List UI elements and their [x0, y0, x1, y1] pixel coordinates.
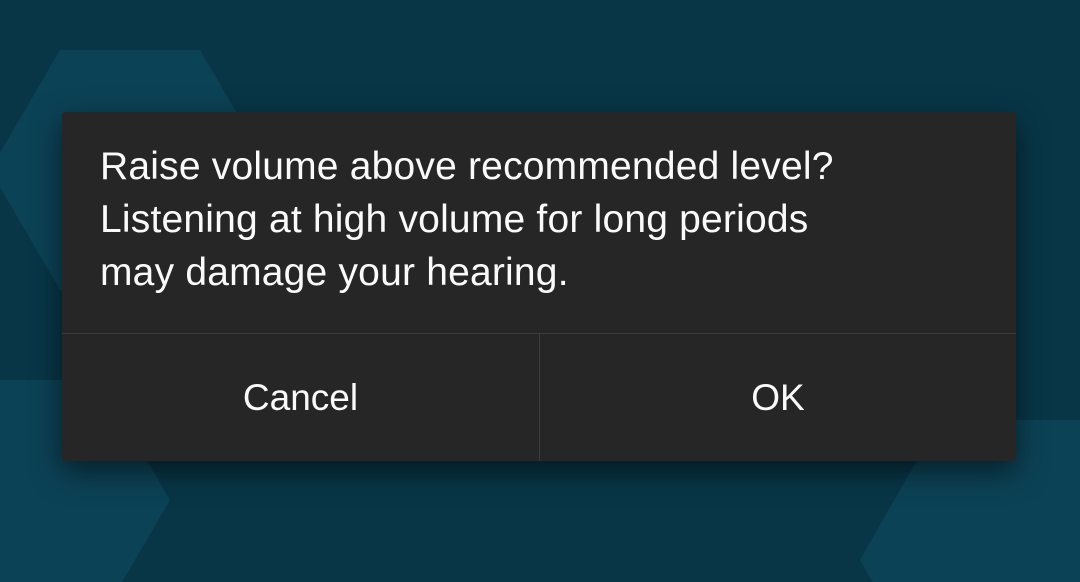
dialog-message: Raise volume above recommended level? Li… — [62, 112, 1016, 333]
cancel-button[interactable]: Cancel — [62, 334, 539, 461]
dialog-button-row: Cancel OK — [62, 333, 1016, 461]
ok-button[interactable]: OK — [539, 334, 1016, 461]
volume-warning-dialog: Raise volume above recommended level? Li… — [62, 112, 1016, 461]
